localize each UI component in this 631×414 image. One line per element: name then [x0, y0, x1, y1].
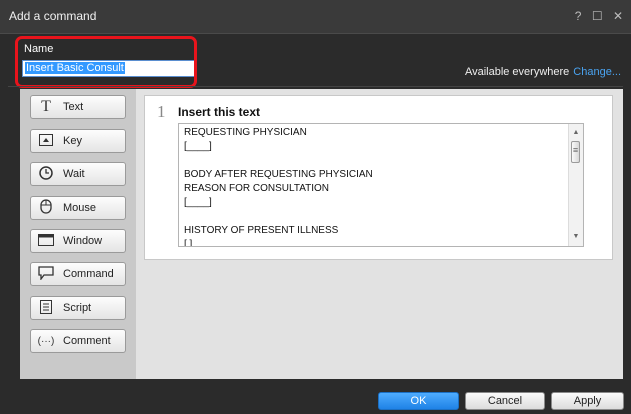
- step-number: 1: [157, 102, 166, 121]
- speech-bubble-icon: [31, 265, 61, 283]
- text-line: [184, 154, 373, 168]
- palette-button-label: Comment: [63, 335, 111, 347]
- palette-button-label: Key: [63, 135, 82, 147]
- palette-button-window[interactable]: Window: [30, 229, 126, 253]
- text-line: [____]: [184, 141, 212, 152]
- palette-button-label: Text: [63, 101, 84, 113]
- window-title: Add a command: [9, 9, 97, 23]
- window-icon: [31, 233, 61, 249]
- insert-text-area[interactable]: REQUESTING PHYSICIAN [____] BODY AFTER R…: [178, 123, 584, 247]
- script-icon: [31, 299, 61, 317]
- step-heading: Insert this text: [178, 105, 261, 119]
- palette-button-label: Command: [63, 268, 114, 280]
- text-line: HISTORY OF PRESENT ILLNESS: [184, 225, 339, 236]
- availability-label: Available everywhere: [464, 66, 570, 78]
- palette-button-wait[interactable]: Wait: [30, 162, 126, 186]
- palette-button-label: Window: [63, 235, 103, 247]
- palette-button-script[interactable]: Script: [30, 296, 126, 320]
- cancel-button[interactable]: Cancel: [465, 392, 545, 410]
- step-card[interactable]: 1 Insert this text REQUESTING PHYSICIAN …: [144, 95, 613, 260]
- text-line: [____]: [184, 197, 212, 208]
- text-line: BODY AFTER REQUESTING PHYSICIAN: [184, 169, 373, 180]
- scroll-down-icon[interactable]: ▼: [569, 231, 583, 243]
- apply-button[interactable]: Apply: [551, 392, 624, 410]
- palette-button-label: Wait: [63, 168, 85, 180]
- close-icon[interactable]: ✕: [613, 9, 623, 23]
- command-steps-area: 1 Insert this text REQUESTING PHYSICIAN …: [136, 89, 623, 379]
- palette-button-label: Mouse: [63, 202, 97, 214]
- mouse-icon: [31, 199, 61, 217]
- ok-button[interactable]: OK: [378, 392, 459, 410]
- window-controls: ? ☐ ✕: [568, 9, 623, 23]
- text-line: REQUESTING PHYSICIAN: [184, 127, 307, 138]
- scroll-up-icon[interactable]: ▲: [569, 127, 583, 139]
- title-bar: Add a command ? ☐ ✕: [0, 0, 631, 34]
- scrollbar-thumb[interactable]: [571, 141, 580, 163]
- insert-text-content: REQUESTING PHYSICIAN [____] BODY AFTER R…: [184, 126, 373, 247]
- key-icon: [31, 133, 61, 149]
- clock-icon: [31, 165, 61, 183]
- palette-button-key[interactable]: Key: [30, 129, 126, 153]
- divider: [8, 86, 623, 87]
- text-line: REASON FOR CONSULTATION: [184, 183, 330, 194]
- palette-button-comment[interactable]: (···) Comment: [30, 329, 126, 353]
- maximize-icon[interactable]: ☐: [592, 9, 603, 23]
- change-link[interactable]: Change...: [573, 66, 621, 78]
- palette-button-text[interactable]: T Text: [30, 95, 126, 119]
- name-highlight-box: [15, 36, 197, 88]
- command-palette: T Text Key Wait Mouse Window Command Scr…: [20, 89, 136, 379]
- palette-button-command[interactable]: Command: [30, 262, 126, 286]
- help-icon[interactable]: ?: [575, 9, 582, 23]
- vertical-scrollbar[interactable]: ▲ ▼: [568, 124, 583, 246]
- text-line: [184, 210, 373, 224]
- text-line: [ ]: [184, 239, 193, 247]
- text-T-icon: T: [41, 98, 51, 115]
- comment-icon: (···): [37, 335, 55, 347]
- palette-button-label: Script: [63, 302, 92, 314]
- palette-button-mouse[interactable]: Mouse: [30, 196, 126, 220]
- availability: Available everywhere Change...: [465, 66, 621, 78]
